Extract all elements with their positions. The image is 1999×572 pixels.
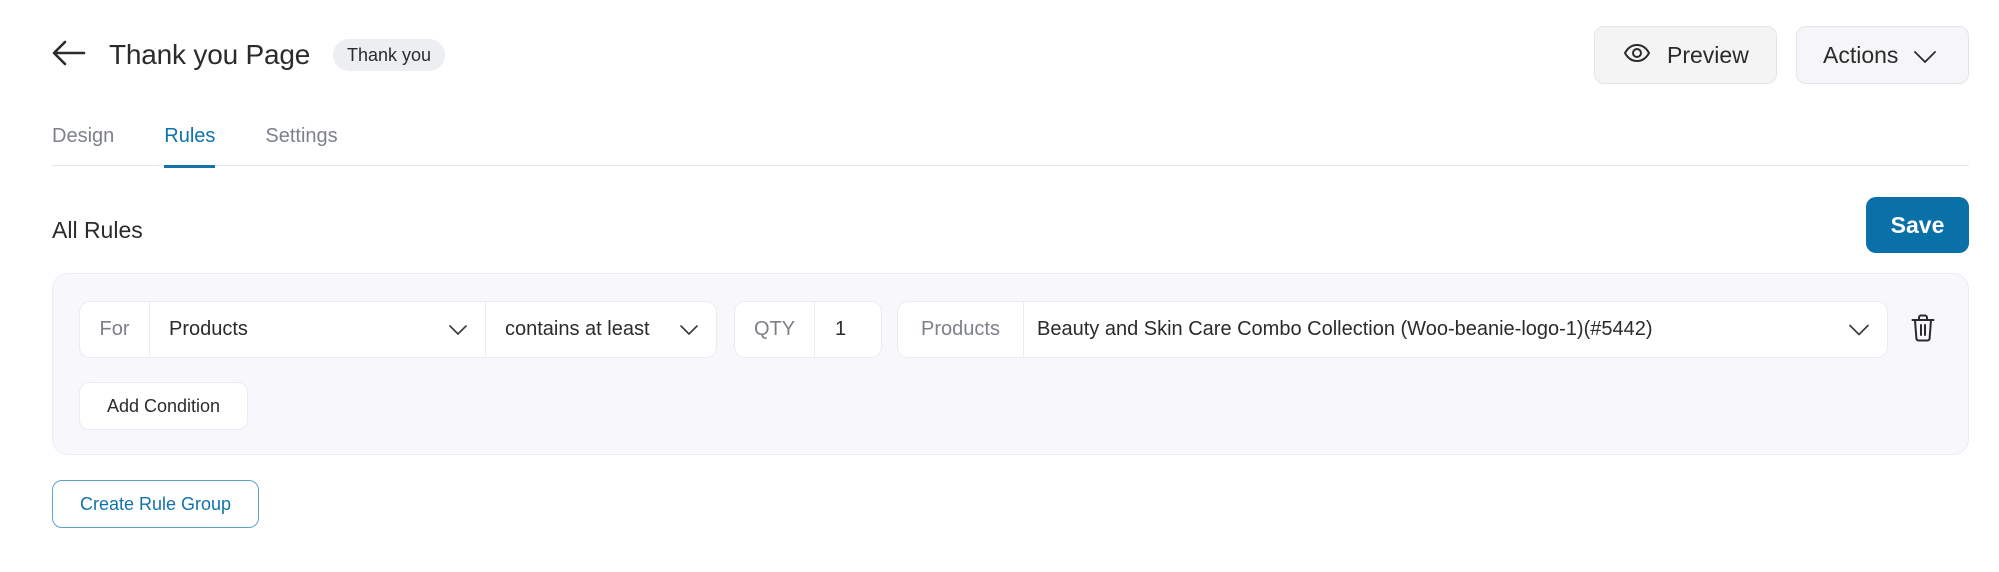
tab-settings[interactable]: Settings bbox=[265, 120, 337, 166]
page-type-badge: Thank you bbox=[333, 39, 446, 71]
add-condition-button[interactable]: Add Condition bbox=[79, 382, 248, 430]
back-button[interactable] bbox=[52, 40, 88, 70]
create-rule-group-button[interactable]: Create Rule Group bbox=[52, 480, 259, 528]
chevron-down-icon bbox=[680, 324, 698, 335]
qty-field: QTY 1 bbox=[734, 301, 882, 358]
operator-select[interactable]: contains at least bbox=[485, 302, 716, 357]
trash-icon bbox=[1911, 314, 1935, 347]
chevron-down-icon bbox=[1914, 42, 1937, 69]
products-select[interactable]: Beauty and Skin Care Combo Collection (W… bbox=[1024, 302, 1887, 357]
tab-design[interactable]: Design bbox=[52, 120, 114, 166]
tab-rules[interactable]: Rules bbox=[164, 120, 216, 168]
condition-row: For Products contains at least QTY 1 Pro… bbox=[79, 301, 1968, 358]
for-condition-field: For Products contains at least bbox=[79, 301, 717, 358]
actions-label: Actions bbox=[1823, 41, 1899, 68]
preview-button[interactable]: Preview bbox=[1594, 26, 1777, 84]
operator-value: contains at least bbox=[505, 318, 650, 340]
chevron-down-icon bbox=[1849, 324, 1869, 335]
delete-condition-button[interactable] bbox=[1908, 314, 1938, 346]
page-header: Thank you Page Thank you Preview Actions bbox=[52, 26, 1969, 84]
chevron-down-icon bbox=[449, 324, 467, 335]
save-button[interactable]: Save bbox=[1866, 197, 1969, 253]
products-field: Products Beauty and Skin Care Combo Coll… bbox=[897, 301, 1888, 358]
products-value: Beauty and Skin Care Combo Collection (W… bbox=[1037, 318, 1653, 340]
header-actions: Preview Actions bbox=[1594, 26, 1969, 84]
tab-bar: Design Rules Settings bbox=[52, 120, 1969, 168]
for-label: For bbox=[80, 302, 150, 357]
arrow-left-icon bbox=[52, 40, 86, 71]
eye-icon bbox=[1623, 42, 1651, 69]
for-type-value: Products bbox=[169, 318, 248, 340]
actions-dropdown-button[interactable]: Actions bbox=[1796, 26, 1969, 84]
qty-label: QTY bbox=[735, 302, 815, 357]
for-type-select[interactable]: Products bbox=[150, 302, 485, 357]
page-title: Thank you Page bbox=[109, 39, 311, 70]
all-rules-heading: All Rules bbox=[52, 217, 143, 243]
rule-group: For Products contains at least QTY 1 Pro… bbox=[52, 273, 1969, 455]
products-label: Products bbox=[898, 302, 1024, 357]
preview-label: Preview bbox=[1667, 41, 1749, 68]
qty-input[interactable]: 1 bbox=[815, 302, 866, 357]
